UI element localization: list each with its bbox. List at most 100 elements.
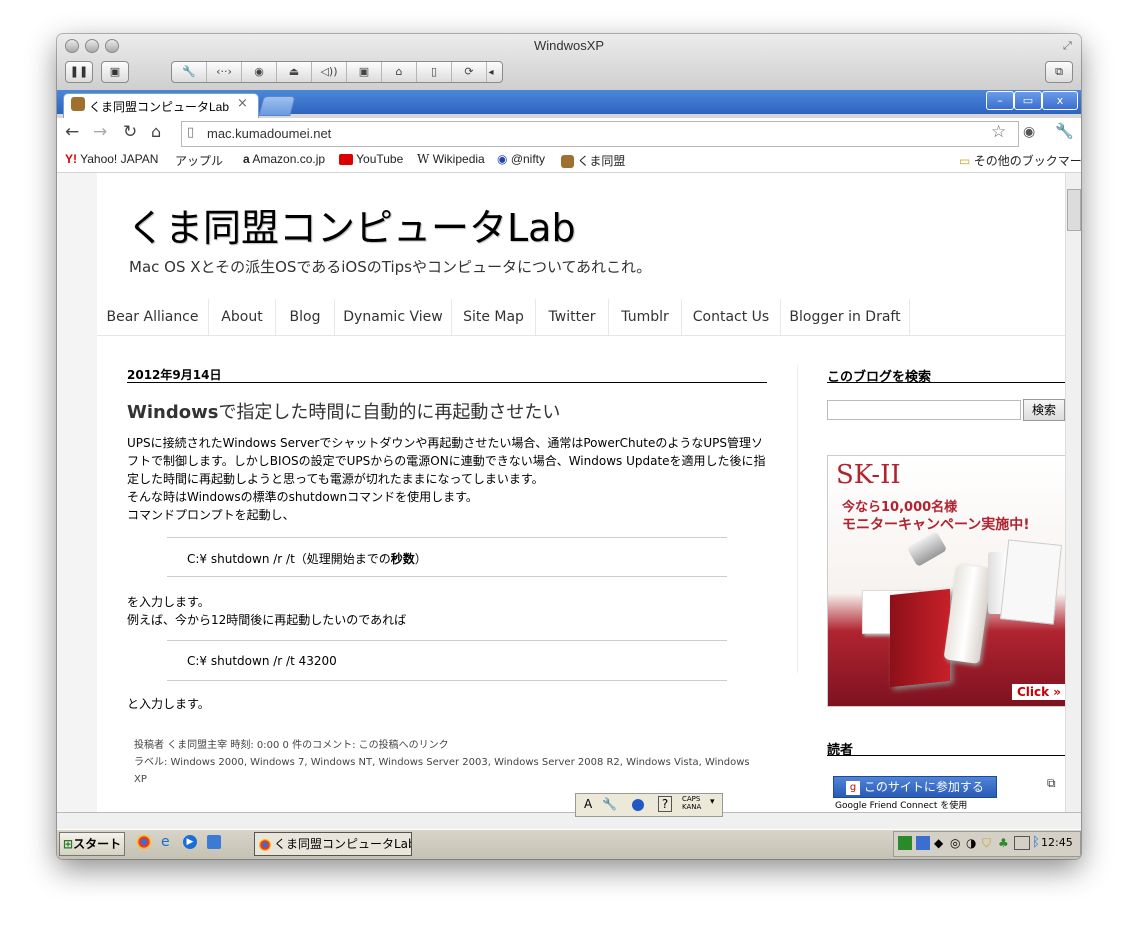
reload-icon[interactable]: ↻ [123, 122, 137, 142]
start-button[interactable]: ⊞スタート [59, 832, 125, 856]
code-block-2: C:¥ shutdown /r /t 43200 [187, 654, 337, 668]
tray-antivirus-icon[interactable]: ◑ [966, 836, 976, 850]
tab-blog[interactable]: Blog [276, 299, 335, 335]
forward-icon[interactable]: → [93, 122, 107, 142]
post-labels-line-2[interactable]: XP [134, 771, 754, 788]
page-icon: ▯ [187, 125, 195, 140]
tray-security-icon[interactable]: ♣ [998, 836, 1009, 850]
camera-icon[interactable]: ▣ [347, 62, 382, 82]
code-1-bold: 秒数 [390, 552, 415, 566]
blog-description: Mac OS Xとその派生OSであるiOSのTipsやコンピュータについてあれこ… [129, 258, 652, 276]
network-icon[interactable]: ‹··› [207, 62, 242, 82]
nifty-icon: ◉ [497, 152, 508, 166]
new-tab-button[interactable] [258, 96, 296, 116]
bookmark-amazon[interactable]: a Amazon.co.jp [243, 152, 325, 166]
maximize-button[interactable]: ▭ [1014, 91, 1042, 110]
post-body-line-2: フトで制御します。しかしBIOSの設定でUPSからの電源ONに連動できない場合、… [127, 454, 766, 468]
vertical-scrollbar[interactable] [1065, 173, 1081, 812]
post-title[interactable]: Windowsで指定した時間に自動的に再起動させたい [127, 398, 560, 424]
ime-mode-icon[interactable]: A [584, 797, 592, 811]
search-button[interactable]: 検索 [1023, 399, 1065, 421]
other-bookmarks[interactable]: ▭ その他のブックマーク [959, 152, 1081, 169]
tab-contact-us[interactable]: Contact Us [682, 299, 781, 335]
tab-close-icon[interactable]: × [237, 96, 248, 111]
ad-line-2: モニターキャンペーン実施中! [842, 517, 1030, 533]
window-icon: ⧉ [1055, 65, 1063, 78]
post-meta-line[interactable]: 投稿者 くま同盟主宰 時刻: 0:00 0 件のコメント: この投稿へのリンク [134, 737, 754, 754]
ad-bottle [943, 563, 993, 665]
vertical-scroll-thumb[interactable] [1067, 189, 1081, 231]
bookmark-yahoo[interactable]: Y! Yahoo! JAPAN [65, 152, 158, 166]
cd-icon[interactable]: ◉ [242, 62, 277, 82]
collapse-icon[interactable]: ◂ [487, 63, 495, 82]
url-text[interactable]: mac.kumadoumei.net [207, 126, 331, 141]
post-title-bold-part: Windows [127, 402, 219, 423]
bookmark-kumadoumei[interactable]: くま同盟 [561, 152, 625, 169]
tab-blogger-in-draft[interactable]: Blogger in Draft [781, 299, 910, 335]
sync-icon[interactable]: ⟳ [452, 62, 487, 82]
ad-click-label[interactable]: Click » [1012, 684, 1066, 700]
post-labels-line[interactable]: ラベル: Windows 2000, Windows 7, Windows NT… [134, 754, 754, 771]
tab-tumblr[interactable]: Tumblr [609, 299, 682, 335]
tray-network-icon[interactable] [916, 836, 930, 850]
bear-icon [561, 155, 574, 169]
bookmark-wikipedia[interactable]: W Wikipedia [417, 152, 485, 166]
ime-options-icon[interactable]: ▾ [710, 797, 715, 807]
fullscreen-button[interactable]: ⧉ [1045, 61, 1073, 83]
vm-list-button[interactable]: ▣ [101, 61, 129, 83]
post-date: 2012年9月14日 [127, 368, 222, 382]
blog-search-input[interactable] [827, 400, 1021, 420]
mouse-icon[interactable]: ▯ [417, 62, 452, 82]
fullscreen-icon[interactable]: ⤢ [1063, 39, 1072, 53]
bear-favicon-icon [71, 97, 85, 111]
sound-icon[interactable]: ◁)) [312, 62, 347, 82]
tray-monitor-icon[interactable] [1014, 836, 1030, 850]
other-bookmarks-label: その他のブックマーク [973, 154, 1081, 168]
tray-app-icon[interactable] [898, 836, 912, 850]
usb-icon[interactable]: ⌂ [382, 62, 417, 82]
desktop-icon[interactable] [207, 835, 221, 849]
disk-icon[interactable]: ⏏ [277, 62, 312, 82]
home-icon[interactable]: ⌂ [151, 122, 161, 141]
minimize-button[interactable]: – [986, 91, 1014, 110]
tab-dynamic-view[interactable]: Dynamic View [335, 299, 452, 335]
ie-quicklaunch-icon[interactable]: e [161, 834, 170, 850]
popout-icon[interactable]: ⧉ [1047, 776, 1056, 791]
ad-red-box [890, 588, 950, 688]
join-site-button[interactable]: g このサイトに参加する [833, 776, 997, 798]
ime-help-icon[interactable]: ? [658, 796, 672, 812]
device-toolbar: 🔧 ‹··› ◉ ⏏ ◁)) ▣ ⌂ ▯ ⟳ ◂ [171, 61, 503, 83]
bookmark-label: アップル [175, 154, 224, 168]
back-icon[interactable]: ← [65, 122, 79, 142]
tab-bear-alliance[interactable]: Bear Alliance [97, 299, 209, 335]
wrench-menu-icon[interactable]: 🔧 [1055, 122, 1074, 140]
tab-twitter[interactable]: Twitter [536, 299, 609, 335]
bookmark-nifty[interactable]: ◉ @nifty [497, 152, 545, 166]
blog-title[interactable]: くま同盟コンピュータLab [127, 197, 576, 252]
media-player-icon[interactable]: ▶ [183, 835, 197, 849]
bookmark-youtube[interactable]: YouTube [339, 152, 403, 166]
horizontal-scrollbar[interactable] [57, 812, 1081, 829]
bookmark-apple[interactable]: アップル [175, 152, 223, 169]
tray-bluetooth-icon[interactable]: ᛒ [1032, 835, 1040, 850]
close-button[interactable]: x [1042, 91, 1078, 110]
gfc-text: Google Friend Connect を使用 [835, 801, 968, 811]
skii-advertisement[interactable]: SK-II 今なら10,000名様 モニターキャンペーン実施中! Click » [827, 455, 1069, 707]
clock[interactable]: 12:45 [1041, 836, 1073, 849]
extension-eye-icon[interactable]: ◉ [1023, 124, 1035, 140]
post-middle-line-2: 例えば、今から12時間後に再起動したいのであれば [127, 613, 407, 627]
yahoo-icon: Y! [65, 152, 77, 166]
tray-shield-icon[interactable]: ⛉ [982, 836, 991, 851]
star-icon[interactable]: ☆ [991, 122, 1006, 142]
tray-diamond-icon[interactable]: ◆ [934, 836, 943, 850]
tab-site-map[interactable]: Site Map [452, 299, 536, 335]
wrench-icon[interactable]: 🔧 [172, 62, 207, 82]
tray-disc-icon[interactable]: ◎ [950, 836, 960, 850]
ime-dict-icon[interactable] [632, 799, 644, 811]
ime-tool-icon[interactable]: 🔧 [602, 797, 617, 811]
pause-button[interactable]: ❚❚ [65, 61, 93, 83]
chrome-quicklaunch-icon[interactable] [137, 835, 151, 849]
tab-about[interactable]: About [209, 299, 276, 335]
taskbar-item-browser[interactable]: くま同盟コンピュータLab... [254, 832, 412, 856]
google-icon: g [846, 780, 861, 795]
